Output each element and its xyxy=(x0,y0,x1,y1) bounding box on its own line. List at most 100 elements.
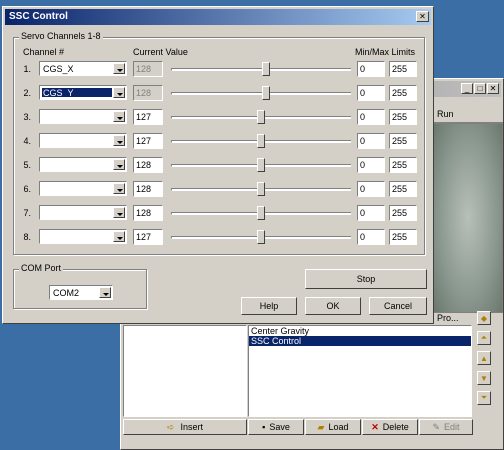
min-limit-field[interactable]: 0 xyxy=(357,109,385,125)
list-item[interactable]: Center Gravity xyxy=(249,326,471,336)
program-list[interactable]: Center Gravity SSC Control xyxy=(248,325,472,417)
ok-button[interactable]: OK xyxy=(305,297,361,315)
row-number: 8. xyxy=(23,232,31,242)
current-value-field[interactable]: 128 xyxy=(133,205,163,221)
min-limit-field[interactable]: 0 xyxy=(357,229,385,245)
row-number: 6. xyxy=(23,184,31,194)
chevron-down-icon[interactable] xyxy=(113,159,125,170)
chevron-down-icon[interactable] xyxy=(113,87,125,98)
chevron-down-icon[interactable] xyxy=(113,135,125,146)
chevron-down-icon[interactable] xyxy=(113,207,125,218)
chevron-down-icon[interactable] xyxy=(99,287,111,298)
servo-slider-thumb[interactable] xyxy=(257,230,265,244)
edit-button[interactable]: ✎ Edit xyxy=(419,419,473,435)
row-number: 5. xyxy=(23,160,31,170)
background-window-controls: _ □ ✕ xyxy=(461,83,499,94)
channel-select[interactable] xyxy=(39,181,127,196)
current-value-field[interactable]: 128 xyxy=(133,157,163,173)
max-limit-field[interactable]: 255 xyxy=(389,133,417,149)
max-limit-field[interactable]: 255 xyxy=(389,157,417,173)
down-arrow-icon[interactable]: ▼ xyxy=(477,371,491,385)
col-current-header: Current Value xyxy=(133,47,188,57)
stop-button[interactable]: Stop xyxy=(305,269,427,289)
insert-arrow-icon: ➪ xyxy=(166,421,175,432)
channel-select[interactable] xyxy=(39,109,127,124)
stop-label: Stop xyxy=(356,274,376,284)
minimize-icon[interactable]: _ xyxy=(461,83,473,94)
close-icon[interactable]: ✕ xyxy=(487,83,499,94)
chevron-down-icon[interactable] xyxy=(113,231,125,242)
maximize-icon[interactable]: □ xyxy=(474,83,486,94)
cancel-label: Cancel xyxy=(383,301,412,311)
current-value-field: 128 xyxy=(133,85,163,101)
list-item-selected[interactable]: SSC Control xyxy=(249,336,471,346)
channel-select[interactable]: CGS_X xyxy=(39,61,127,76)
delete-button[interactable]: ✕ Delete xyxy=(362,419,418,435)
max-limit-field[interactable]: 255 xyxy=(389,61,417,77)
max-limit-field[interactable]: 255 xyxy=(389,109,417,125)
servo-slider-track[interactable] xyxy=(171,68,351,71)
image-header-label: Run xyxy=(437,109,454,119)
current-value-field[interactable]: 127 xyxy=(133,229,163,245)
min-limit-field[interactable]: 0 xyxy=(357,61,385,77)
current-value-field[interactable]: 127 xyxy=(133,109,163,125)
servo-slider-thumb[interactable] xyxy=(262,86,270,100)
servo-slider-thumb[interactable] xyxy=(257,110,265,124)
current-value-field[interactable]: 127 xyxy=(133,133,163,149)
max-limit-field[interactable]: 255 xyxy=(389,85,417,101)
min-limit-field[interactable]: 0 xyxy=(357,205,385,221)
help-button[interactable]: Help xyxy=(241,297,297,315)
min-limit-field[interactable]: 0 xyxy=(357,181,385,197)
current-value-field[interactable]: 128 xyxy=(133,181,163,197)
save-disk-icon: ▪ xyxy=(262,422,266,432)
close-icon: ✕ xyxy=(419,12,426,21)
row-number: 7. xyxy=(23,208,31,218)
servo-slider-track[interactable] xyxy=(171,92,351,95)
delete-label: Delete xyxy=(382,422,409,432)
channel-select[interactable] xyxy=(39,157,127,172)
chevron-down-icon[interactable] xyxy=(113,183,125,194)
min-limit-field[interactable]: 0 xyxy=(357,133,385,149)
channel-select[interactable] xyxy=(39,205,127,220)
channel-value xyxy=(42,208,112,217)
help-label: Help xyxy=(259,301,279,311)
insert-button[interactable]: ➪ Insert xyxy=(123,419,247,435)
chevron-down-icon[interactable] xyxy=(113,111,125,122)
com-port-select[interactable]: COM2 xyxy=(49,285,113,300)
cancel-button[interactable]: Cancel xyxy=(369,297,427,315)
save-button[interactable]: ▪ Save xyxy=(248,419,304,435)
channel-select[interactable] xyxy=(39,229,127,244)
arrow-diamond-icon[interactable]: ◆ xyxy=(477,311,491,325)
servo-slider-thumb[interactable] xyxy=(262,62,270,76)
left-panel xyxy=(123,325,247,417)
servo-slider-thumb[interactable] xyxy=(257,158,265,172)
insert-label: Insert xyxy=(180,422,204,432)
max-limit-field[interactable]: 255 xyxy=(389,181,417,197)
com-port-value: COM2 xyxy=(53,288,80,298)
min-limit-field[interactable]: 0 xyxy=(357,85,385,101)
edit-icon: ✎ xyxy=(432,421,441,432)
channel-select[interactable]: CGS_Y xyxy=(39,85,127,100)
chevron-down-icon[interactable] xyxy=(113,63,125,74)
max-limit-field[interactable]: 255 xyxy=(389,229,417,245)
max-limit-field[interactable]: 255 xyxy=(389,205,417,221)
com-port-title: COM Port xyxy=(19,263,64,273)
camera-image xyxy=(433,123,503,313)
up-arrow-icon[interactable]: ▲ xyxy=(477,351,491,365)
servo-slider-thumb[interactable] xyxy=(257,182,265,196)
delete-x-icon: ✕ xyxy=(371,421,379,432)
channel-select[interactable] xyxy=(39,133,127,148)
servo-slider-thumb[interactable] xyxy=(257,206,265,220)
edit-label: Edit xyxy=(444,422,460,432)
bottom-arrow-icon[interactable]: ⏷ xyxy=(477,391,491,405)
row-number: 1. xyxy=(23,64,31,74)
load-button[interactable]: ▰ Load xyxy=(305,419,361,435)
servo-slider-thumb[interactable] xyxy=(257,134,265,148)
close-button[interactable]: ✕ xyxy=(416,11,429,22)
top-arrow-icon[interactable]: ⏶ xyxy=(477,331,491,345)
image-header: Run xyxy=(433,109,503,123)
min-limit-field[interactable]: 0 xyxy=(357,157,385,173)
channel-value xyxy=(42,184,112,193)
col-minmax-header: Min/Max Limits xyxy=(355,47,416,57)
dialog-title: SSC Control xyxy=(9,11,68,22)
